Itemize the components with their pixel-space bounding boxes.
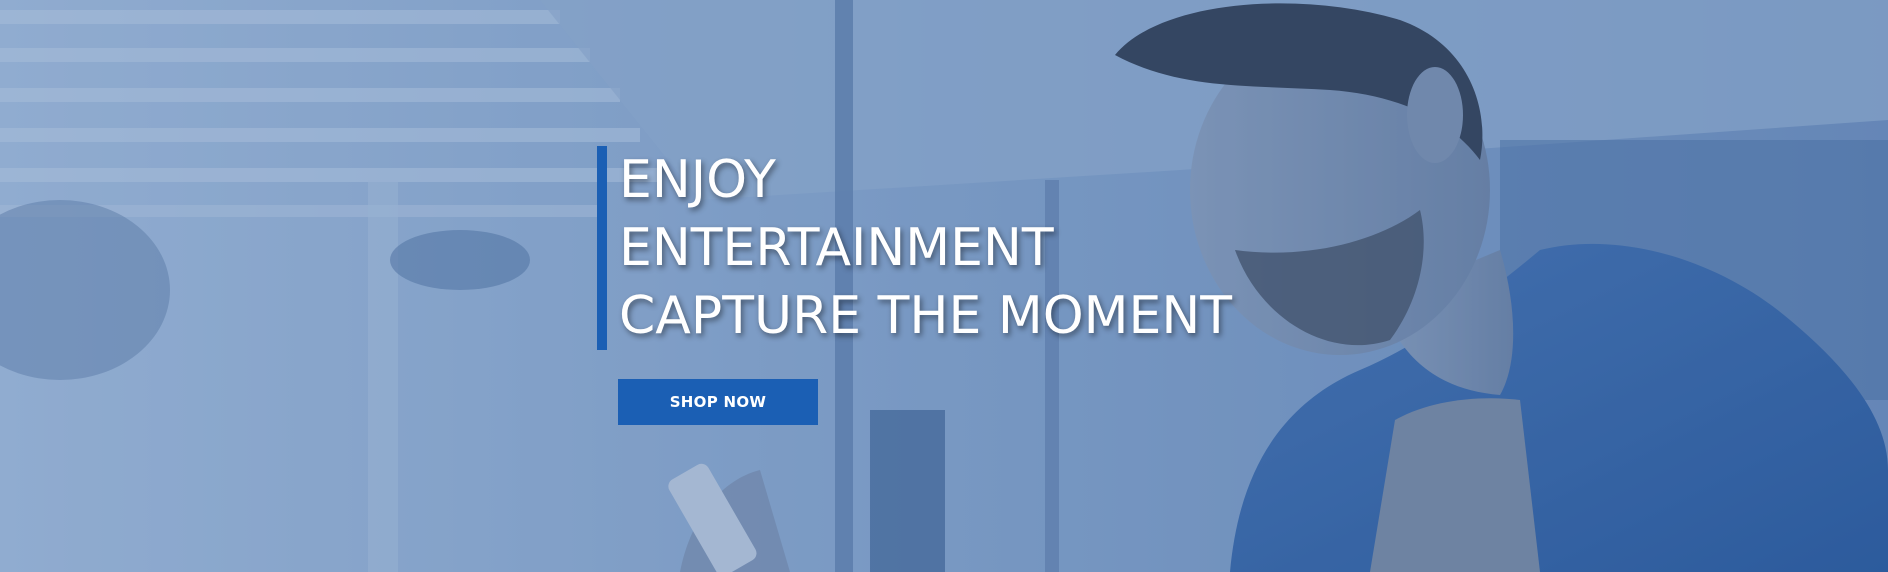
headline-line-3: CAPTURE THE MOMENT — [619, 286, 1233, 346]
shop-now-button[interactable]: SHOP NOW — [618, 379, 818, 425]
headline-block: ENJOY ENTERTAINMENT CAPTURE THE MOMENT — [597, 146, 1232, 350]
hero-banner: ENJOY ENTERTAINMENT CAPTURE THE MOMENT S… — [0, 0, 1888, 572]
headline-line-1: ENJOY — [619, 150, 776, 210]
headline-line-2: ENTERTAINMENT — [619, 218, 1054, 278]
